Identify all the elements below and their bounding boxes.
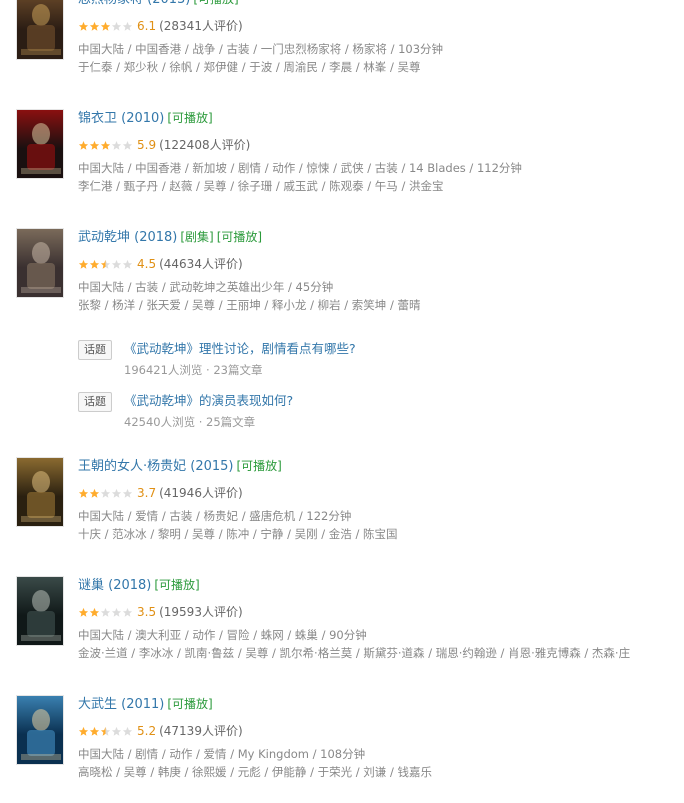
meta-genres: 中国大陆 / 剧情 / 动作 / 爱情 / My Kingdom / 108分钟 xyxy=(78,747,366,761)
meta-cast: 高晓松 / 吴尊 / 韩庚 / 徐熙媛 / 元彪 / 伊能静 / 于荣光 / 刘… xyxy=(78,765,432,779)
result-info: 谜巢 (2018) [可播放] 3.5 (19593人评价) 中国大陆 / 澳大利亚 /… xyxy=(78,576,678,662)
meta-genres: 中国大陆 / 澳大利亚 / 动作 / 冒险 / 蛛网 / 蛛巢 / 90分钟 xyxy=(78,628,367,642)
rating-row: 4.5 (44634人评价) xyxy=(78,256,678,272)
meta-cast: 于仁泰 / 郑少秋 / 徐帆 / 郑伊健 / 于波 / 周渝民 / 李晨 / 林… xyxy=(78,60,421,74)
poster-image[interactable] xyxy=(16,695,64,765)
result-info: 大武生 (2011) [可播放] 5.2 (47139人评价) 中国大陆 / 剧情 / … xyxy=(78,695,678,781)
availability-tag[interactable]: [可播放] xyxy=(167,697,212,711)
rating-score: 6.1 xyxy=(137,19,157,33)
rating-row: 3.7 (41946人评价) xyxy=(78,485,678,501)
topic-badge: 话题 xyxy=(78,392,112,412)
topic-item[interactable]: 话题 《武动乾坤》的演员表现如何? 42540人浏览 · 25篇文章 xyxy=(78,392,638,432)
rating-score: 3.7 xyxy=(137,486,157,500)
poster-image[interactable] xyxy=(16,0,64,60)
topic-badge: 话题 xyxy=(78,340,112,360)
rating-row: 5.9 (122408人评价) xyxy=(78,137,678,153)
title-link[interactable]: 忠烈杨家将 (2013) xyxy=(78,0,190,7)
availability-tag[interactable]: [可播放] xyxy=(167,111,212,125)
topic-stats: 42540人浏览 · 25篇文章 xyxy=(124,415,256,429)
year-label: (2018) xyxy=(134,230,178,245)
topic-item[interactable]: 话题 《武动乾坤》理性讨论，剧情看点有哪些? 196421人浏览 · 23篇文章 xyxy=(78,340,638,380)
star-rating-icon xyxy=(78,726,133,737)
title-link[interactable]: 王朝的女人·杨贵妃 (2015) xyxy=(78,459,234,474)
star-rating-icon xyxy=(78,21,133,32)
availability-tag[interactable]: [可播放] xyxy=(193,0,238,6)
title-link[interactable]: 锦衣卫 (2010) xyxy=(78,111,164,126)
meta-cast: 金波·兰道 / 李冰冰 / 凯南·鲁兹 / 吴尊 / 凯尔希·格兰莫 / 斯黛芬… xyxy=(78,646,631,660)
title-row: 谜巢 (2018) [可播放] xyxy=(78,576,678,594)
vote-count: (47139人评价) xyxy=(159,724,243,738)
availability-tag[interactable]: [可播放] xyxy=(237,459,282,473)
poster-image[interactable] xyxy=(16,109,64,179)
poster-image[interactable] xyxy=(16,576,64,646)
result-info: 忠烈杨家将 (2013)[可播放] 6.1(28341人评价) 中国大陆 / 中国香… xyxy=(78,0,678,76)
vote-count: (41946人评价) xyxy=(159,486,243,500)
vote-count: (44634人评价) xyxy=(159,257,243,271)
star-rating-icon xyxy=(78,607,133,618)
vote-count: (19593人评价) xyxy=(159,605,243,619)
year-label: (2013) xyxy=(147,0,190,7)
title-row: 武动乾坤 (2018) [剧集] [可播放] xyxy=(78,228,678,246)
year-label: (2010) xyxy=(121,111,165,126)
title-row: 大武生 (2011) [可播放] xyxy=(78,695,678,713)
poster-image[interactable] xyxy=(16,228,64,298)
rating-score: 5.9 xyxy=(137,138,157,152)
meta-genres: 中国大陆 / 古装 / 武动乾坤之英雄出少年 / 45分钟 xyxy=(78,280,334,294)
meta-genres: 中国大陆 / 中国香港 / 新加坡 / 剧情 / 动作 / 惊悚 / 武侠 / … xyxy=(78,161,522,175)
meta-cast: 十庆 / 范冰冰 / 黎明 / 吴尊 / 陈冲 / 宁静 / 吴刚 / 金浩 /… xyxy=(78,527,398,541)
topic-stats: 196421人浏览 · 23篇文章 xyxy=(124,363,263,377)
title-link[interactable]: 大武生 (2011) xyxy=(78,697,164,712)
meta-cast: 张黎 / 杨洋 / 张天爱 / 吴尊 / 王丽坤 / 释小龙 / 柳岩 / 索笑… xyxy=(78,298,421,312)
topic-title-link[interactable]: 《武动乾坤》的演员表现如何? xyxy=(124,392,293,410)
rating-score: 3.5 xyxy=(137,605,157,619)
star-rating-icon xyxy=(78,488,133,499)
year-label: (2015) xyxy=(190,459,234,474)
title-link[interactable]: 武动乾坤 (2018) xyxy=(78,230,177,245)
result-info: 王朝的女人·杨贵妃 (2015) [可播放] 3.7 (41946人评价) 中国大陆 /… xyxy=(78,457,678,543)
star-rating-icon xyxy=(78,259,133,270)
rating-score: 4.5 xyxy=(137,257,157,271)
title-row: 忠烈杨家将 (2013)[可播放] xyxy=(78,0,678,8)
meta-cast: 李仁港 / 甄子丹 / 赵薇 / 吴尊 / 徐子珊 / 戚玉武 / 陈观泰 / … xyxy=(78,179,444,193)
title-row: 王朝的女人·杨贵妃 (2015) [可播放] xyxy=(78,457,678,475)
vote-count: (28341人评价) xyxy=(159,19,243,33)
year-label: (2011) xyxy=(121,697,165,712)
availability-tag[interactable]: [可播放] xyxy=(154,578,199,592)
title-link[interactable]: 谜巢 (2018) xyxy=(78,578,151,593)
meta-genres: 中国大陆 / 爱情 / 古装 / 杨贵妃 / 盛唐危机 / 122分钟 xyxy=(78,509,352,523)
result-info: 锦衣卫 (2010) [可播放] 5.9 (122408人评价) 中国大陆 / 中国香港… xyxy=(78,109,678,195)
result-info: 武动乾坤 (2018) [剧集] [可播放] 4.5 (44634人评价) 中国大陆 / … xyxy=(78,228,678,314)
rating-score: 5.2 xyxy=(137,724,157,738)
vote-count: (122408人评价) xyxy=(159,138,251,152)
rating-row: 3.5 (19593人评价) xyxy=(78,604,678,620)
rating-row: 5.2 (47139人评价) xyxy=(78,723,678,739)
star-rating-icon xyxy=(78,140,133,151)
year-label: (2018) xyxy=(108,578,152,593)
meta-genres: 中国大陆 / 中国香港 / 战争 / 古装 / 一门忠烈杨家将 / 杨家将 / … xyxy=(78,42,444,56)
topic-title-link[interactable]: 《武动乾坤》理性讨论，剧情看点有哪些? xyxy=(124,340,356,358)
availability-tag[interactable]: [剧集] xyxy=(180,230,213,244)
title-row: 锦衣卫 (2010) [可播放] xyxy=(78,109,678,127)
poster-image[interactable] xyxy=(16,457,64,527)
rating-row: 6.1 (28341人评价) xyxy=(78,18,678,34)
availability-tag[interactable]: [可播放] xyxy=(217,230,262,244)
